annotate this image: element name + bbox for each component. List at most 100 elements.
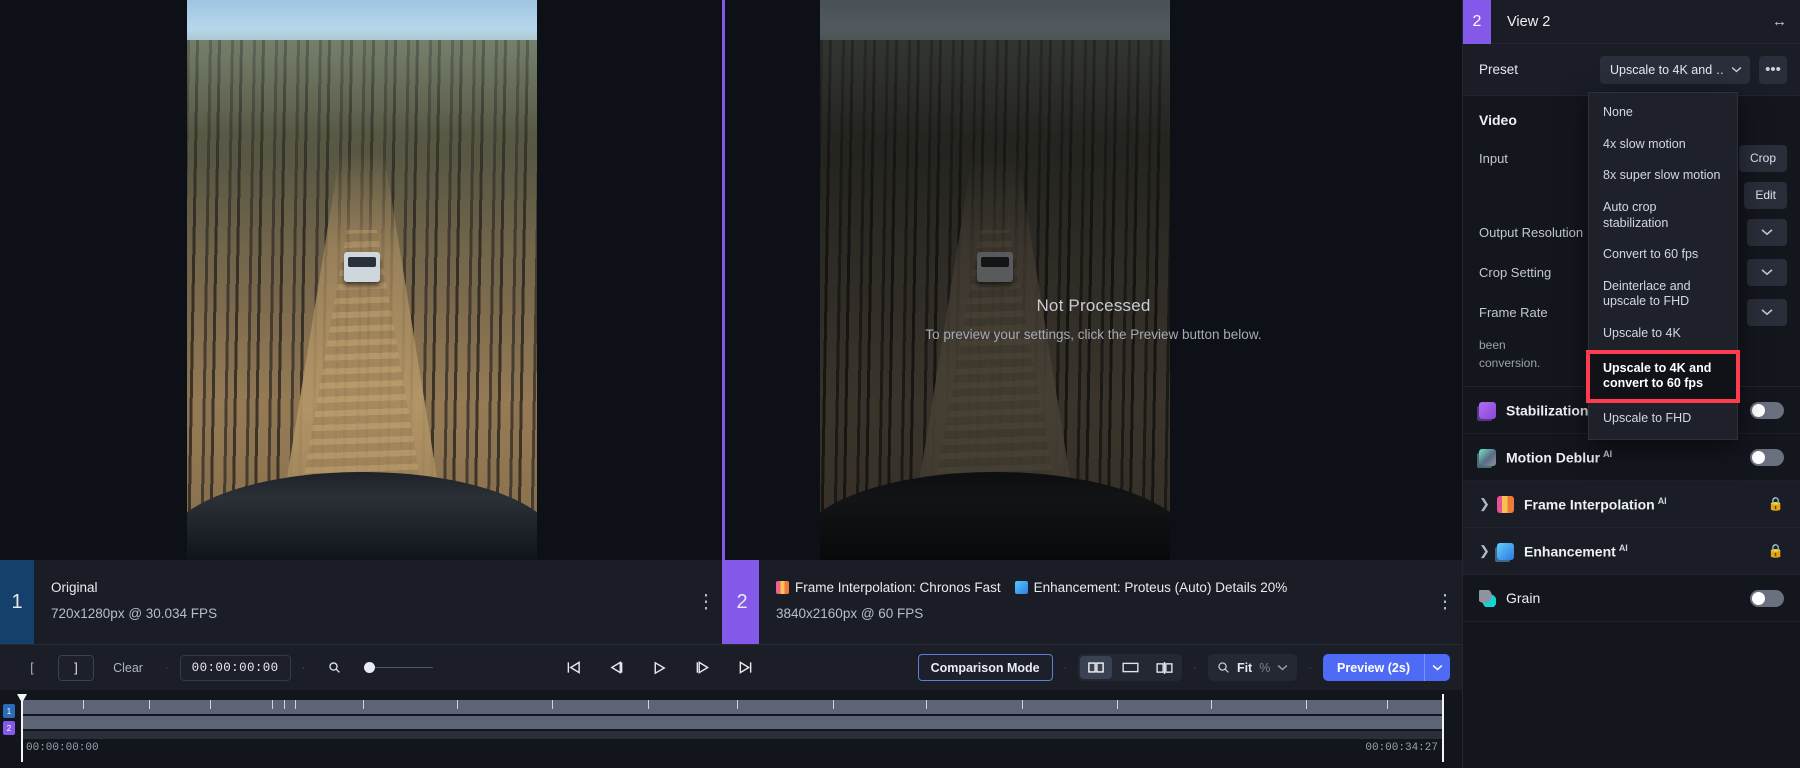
zoom-slider-track[interactable]: [375, 666, 434, 669]
preset-option-4x-slow-motion[interactable]: 4x slow motion: [1589, 129, 1737, 161]
lock-icon[interactable]: 🔒: [1768, 543, 1784, 559]
grain-controls: [1750, 589, 1784, 607]
fit-label: Fit: [1236, 660, 1253, 675]
grain-toggle[interactable]: [1750, 589, 1784, 607]
step-back-icon[interactable]: [608, 660, 625, 675]
pane-title-processed: Frame Interpolation: Chronos Fast Enhanc…: [776, 580, 1428, 595]
feature-label-motion-deblur: Motion Deblur AI: [1506, 449, 1612, 466]
not-processed-overlay: Not Processed To preview your settings, …: [725, 296, 1462, 342]
feature-row-frame-interpolation[interactable]: ❯ Frame Interpolation AI 🔒: [1463, 481, 1800, 528]
feature-name-text: Motion Deblur: [1506, 449, 1601, 466]
preset-dropdown[interactable]: Upscale to 4K and …: [1600, 55, 1750, 84]
feature-name-text: Enhancement: [1524, 543, 1616, 560]
timeline-end-time: 00:00:34:27: [1365, 742, 1438, 754]
split-view-icon[interactable]: [1080, 656, 1113, 679]
lock-icon[interactable]: 🔒: [1768, 496, 1784, 512]
video-frame-processed: [820, 0, 1170, 560]
video-frame-original: [187, 0, 537, 560]
preset-option-deinterlace-and-upscale-to-fhd[interactable]: Deinterlace and upscale to FHD: [1589, 271, 1737, 318]
zoom-fit-control[interactable]: Fit %: [1207, 654, 1298, 681]
mark-in-button[interactable]: [: [14, 655, 50, 681]
enhancement-controls: 🔒: [1768, 543, 1784, 559]
playback-controls: [565, 660, 754, 676]
timeline-ruler[interactable]: [22, 700, 1444, 714]
preview-pane-original[interactable]: [0, 0, 723, 644]
preset-option-none[interactable]: None: [1589, 97, 1737, 129]
preview-area: Not Processed To preview your settings, …: [0, 0, 1462, 644]
jump-to-end-icon[interactable]: [737, 660, 754, 675]
timeline-track-primary[interactable]: [22, 716, 1444, 729]
chevron-right-icon[interactable]: ❯: [1479, 496, 1497, 512]
crop-button[interactable]: Crop: [1738, 144, 1787, 172]
zoom-slider-knob[interactable]: [364, 662, 376, 673]
timeline-badge-1[interactable]: 1: [3, 704, 15, 718]
preset-option-upscale-to-4k-and-convert-to-60-fps[interactable]: Upscale to 4K and convert to 60 fps: [1586, 349, 1740, 403]
timeline-track-badges: 1 2: [3, 704, 15, 735]
timeline-playhead[interactable]: [21, 694, 23, 762]
single-view-icon[interactable]: [1114, 656, 1146, 679]
frame-rate-chevron-down-icon[interactable]: [1747, 298, 1787, 326]
pane-number-badge-2: 2: [725, 560, 759, 644]
timeline-end-marker[interactable]: [1442, 694, 1444, 762]
separator-dot: ·: [165, 661, 169, 674]
preview-chevron-down-icon[interactable]: [1424, 654, 1450, 681]
feature-row-enhancement[interactable]: ❯ Enhancement AI 🔒: [1463, 528, 1800, 575]
timeline[interactable]: 1 2 00:00:00:00 00:00:34:27: [0, 690, 1462, 768]
feature-name-text: Stabilization: [1506, 402, 1589, 419]
play-button-icon[interactable]: [651, 660, 668, 676]
note-fragment-1: been: [1479, 338, 1506, 352]
comparison-mode-button[interactable]: Comparison Mode: [917, 654, 1053, 681]
preview-pane-processed[interactable]: Not Processed To preview your settings, …: [725, 0, 1462, 644]
pane-divider-handle[interactable]: [722, 0, 725, 644]
pane-footer-original: 1 Original 720x1280px @ 30.034 FPS ⋮: [0, 560, 723, 644]
output-resolution-controls: [1747, 218, 1787, 246]
output-resolution-chevron-down-icon[interactable]: [1747, 218, 1787, 246]
truck-subject: [344, 252, 380, 282]
frame-interpolation-swatch-icon: [776, 581, 789, 594]
timeline-badge-2[interactable]: 2: [3, 721, 15, 735]
preset-option-convert-to-60-fps[interactable]: Convert to 60 fps: [1589, 239, 1737, 271]
magnifier-icon[interactable]: [316, 655, 352, 681]
zoom-icon: [1218, 662, 1229, 673]
preview-button[interactable]: Preview (2s): [1323, 654, 1450, 681]
pane-options-icon-2[interactable]: ⋮: [1428, 560, 1462, 644]
side-by-side-icon[interactable]: [1148, 656, 1180, 679]
stabilization-icon: [1479, 401, 1496, 419]
jump-to-start-icon[interactable]: [565, 660, 582, 675]
timecode-field[interactable]: 00:00:00:00: [179, 654, 291, 681]
preset-selected-value: Upscale to 4K and …: [1610, 62, 1725, 77]
step-forward-icon[interactable]: [694, 660, 711, 675]
more-options-icon[interactable]: •••: [1759, 55, 1787, 84]
motion-deblur-toggle[interactable]: [1750, 448, 1784, 466]
row-label-input: Input: [1479, 150, 1508, 166]
preset-option-auto-crop-stabilization[interactable]: Auto crop stabilization: [1589, 192, 1737, 239]
pane-resolution-original: 720x1280px @ 30.034 FPS: [51, 606, 218, 621]
preset-dropdown-menu: None 4x slow motion 8x super slow motion…: [1586, 92, 1740, 440]
stabilization-toggle[interactable]: [1750, 401, 1784, 419]
edit-button[interactable]: Edit: [1744, 181, 1787, 209]
chevron-right-icon[interactable]: ❯: [1479, 543, 1497, 559]
mark-out-button[interactable]: ]: [58, 654, 94, 681]
preset-option-upscale-to-fhd[interactable]: Upscale to FHD: [1589, 403, 1737, 435]
pane-chip2-text: Enhancement: Proteus (Auto) Details 20%: [1033, 580, 1288, 595]
timeline-track-secondary[interactable]: [22, 731, 1444, 739]
frame-interpolation-icon: [1497, 495, 1514, 513]
feature-row-motion-deblur[interactable]: Motion Deblur AI: [1463, 434, 1800, 481]
pane-meta-original: Original 720x1280px @ 30.034 FPS: [34, 560, 689, 644]
preset-option-upscale-to-4k[interactable]: Upscale to 4K: [1589, 318, 1737, 350]
crop-setting-chevron-down-icon[interactable]: [1747, 258, 1787, 286]
pane-title-original: Original: [51, 580, 98, 595]
truck-subject: [977, 252, 1013, 282]
sidebar-view-title: View 2: [1507, 13, 1551, 30]
clear-marks-button[interactable]: Clear: [102, 655, 154, 681]
pane-options-icon-1[interactable]: ⋮: [689, 560, 723, 644]
timeline-ticks: [22, 700, 1444, 714]
zoom-slider[interactable]: [364, 662, 434, 673]
pane-footer-processed: 2 Frame Interpolation: Chronos Fast Enha…: [725, 560, 1462, 644]
transport-toolbar: [ ] Clear · 00:00:00:00 · Comparison Mod…: [0, 644, 1462, 690]
preview-button-label: Preview (2s): [1337, 660, 1410, 675]
ai-badge: AI: [1657, 495, 1667, 506]
preset-option-8x-super-slow-motion[interactable]: 8x super slow motion: [1589, 160, 1737, 192]
expand-horizontal-icon[interactable]: ↔: [1772, 13, 1787, 30]
feature-row-grain[interactable]: Grain: [1463, 575, 1800, 622]
